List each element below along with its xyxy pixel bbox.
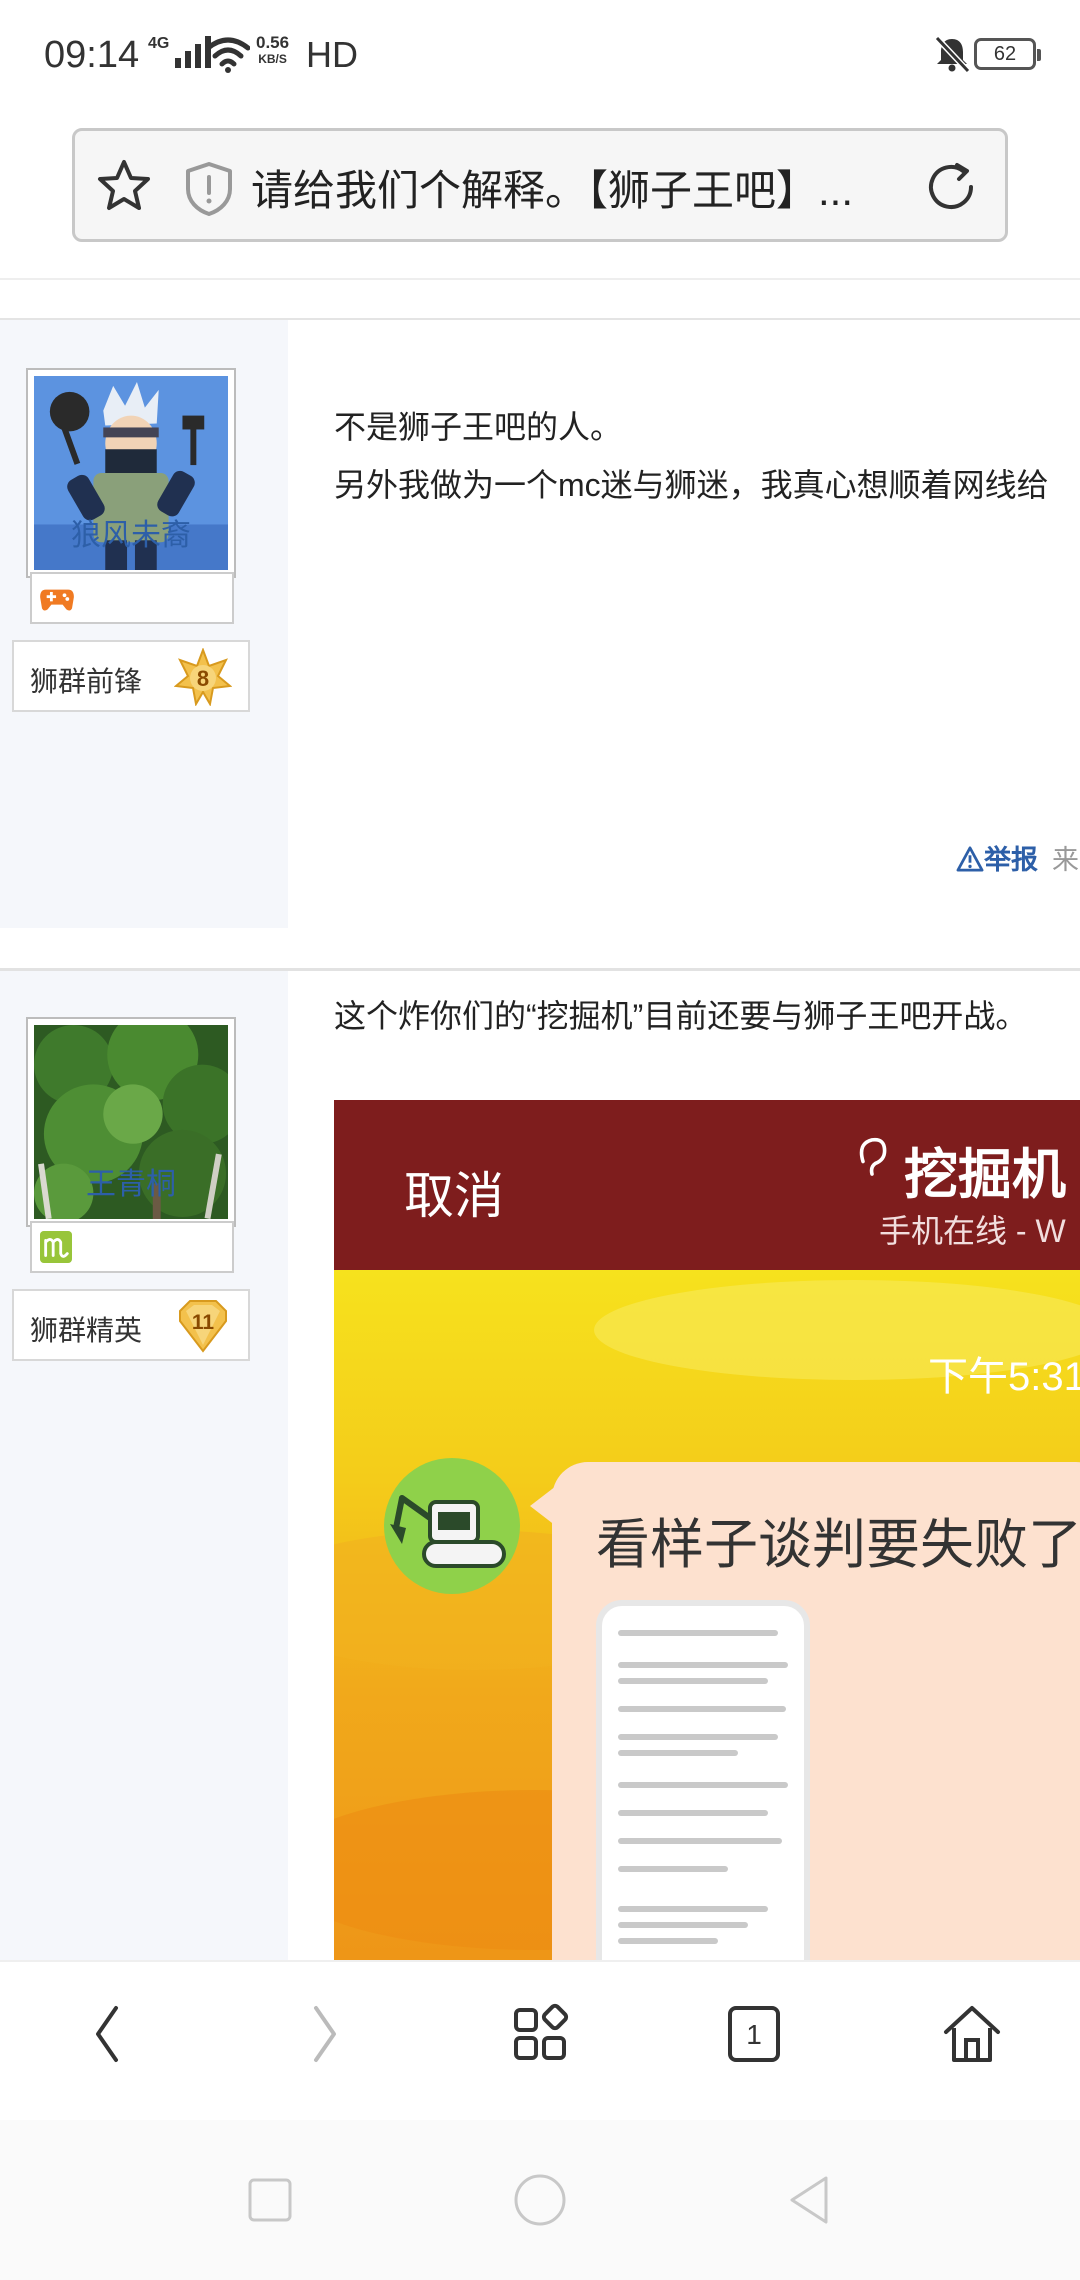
ear-icon (859, 1137, 887, 1176)
speed-value: 0.56 (256, 33, 290, 52)
status-time: 09:14 (44, 34, 140, 76)
warning-icon (956, 846, 984, 872)
back-arrow-icon[interactable] (68, 1994, 148, 2074)
embedded-chat-subtitle: 手机在线 - W (879, 1213, 1066, 1249)
battery-icon: 62 (974, 38, 1041, 70)
post-text-line: 不是狮子王吧的人。 (334, 409, 623, 445)
virgo-sign-icon (40, 1231, 72, 1263)
hd-indicator: HD (306, 34, 358, 75)
page-content[interactable]: 狼风未裔 狮群前锋 8 不是狮子王吧的人。 另外我做为一个mc迷与狮迷，我真心想… (0, 282, 1080, 1960)
embedded-phone-thumbnail (596, 1600, 810, 1960)
bell-muted-icon (934, 35, 971, 74)
rank-label: 狮群精英 (30, 1315, 143, 1346)
tabs-counter-icon[interactable]: 1 (714, 1994, 794, 2074)
wifi-icon (206, 37, 250, 73)
rank-tag[interactable]: 狮群前锋 8 (12, 640, 250, 712)
username-link[interactable]: 王青桐 (0, 1159, 262, 1203)
browser-bottom-bar: 1 (0, 1960, 1080, 2120)
forward-arrow-icon[interactable] (284, 1994, 364, 2074)
gamepad-icon (40, 589, 74, 611)
rank-level: 11 (192, 1311, 215, 1334)
embedded-chat-header: 取消 挖掘机 手机在线 - W (334, 1100, 1080, 1270)
report-label: 举报 (984, 845, 1038, 875)
page-title[interactable]: 请给我们个解释。【狮子王吧】... (251, 157, 951, 218)
system-navigation-bar (0, 2120, 1080, 2280)
home-circle-icon[interactable] (508, 2168, 572, 2232)
rank-heart-badge-icon: 11 (179, 1300, 227, 1353)
rank-tag[interactable]: 狮群精英 11 (12, 1289, 250, 1361)
cellular-signal-icon: 4G (148, 35, 212, 68)
rank-star-badge-icon: 8 (174, 648, 232, 706)
network-type: 4G (148, 35, 170, 52)
status-bar: 09:14 4G 0.56 KB/S HD 62 (0, 0, 1080, 110)
user-badge (30, 572, 234, 624)
post-text-line: 这个炸你们的“挖掘机”目前还要与狮子王吧开战。 (334, 998, 1028, 1034)
embedded-chat-title: 挖掘机 (904, 1145, 1066, 1205)
browser-toolbar: 请给我们个解释。【狮子王吧】... (0, 110, 1080, 280)
post-image[interactable]: 取消 挖掘机 手机在线 - W 下午5:31 看样子谈判要失败了 (334, 1100, 1080, 1960)
rank-label: 狮群前锋 (30, 666, 143, 697)
shield-info-icon[interactable] (183, 161, 235, 217)
post-text-line: 另外我做为一个mc迷与狮迷，我真心想顺着网线给 (334, 467, 1049, 503)
rank-level: 8 (197, 666, 209, 691)
more-label: 来 (1052, 845, 1079, 875)
post-sidebar: 王青桐 狮群精英 11 (0, 971, 288, 1960)
embedded-chat-message: 看样子谈判要失败了 (596, 1515, 1080, 1575)
embedded-chat-time: 下午5:31 (928, 1355, 1080, 1399)
home-icon[interactable] (932, 1994, 1012, 2074)
reload-icon[interactable] (923, 159, 979, 215)
user-badge (30, 1221, 234, 1273)
menu-grid-icon[interactable] (500, 1994, 580, 2074)
network-speed: 0.56 KB/S (256, 34, 289, 68)
address-bar[interactable]: 请给我们个解释。【狮子王吧】... (72, 128, 1008, 242)
post-sidebar: 狼风未裔 狮群前锋 8 (0, 320, 288, 928)
svg-text:1: 1 (746, 2019, 762, 2050)
speed-unit: KB/S (258, 52, 287, 66)
excavator-avatar-icon (384, 1458, 520, 1594)
username-link[interactable]: 狼风未裔 (0, 510, 262, 554)
recents-square-icon[interactable] (238, 2168, 302, 2232)
bookmark-star-icon[interactable] (95, 157, 153, 215)
post-item: 狼风未裔 狮群前锋 8 不是狮子王吧的人。 另外我做为一个mc迷与狮迷，我真心想… (0, 320, 1080, 928)
embedded-cancel-label: 取消 (404, 1168, 504, 1224)
report-link[interactable]: 举报来 (956, 838, 1079, 877)
back-triangle-icon[interactable] (778, 2168, 842, 2232)
